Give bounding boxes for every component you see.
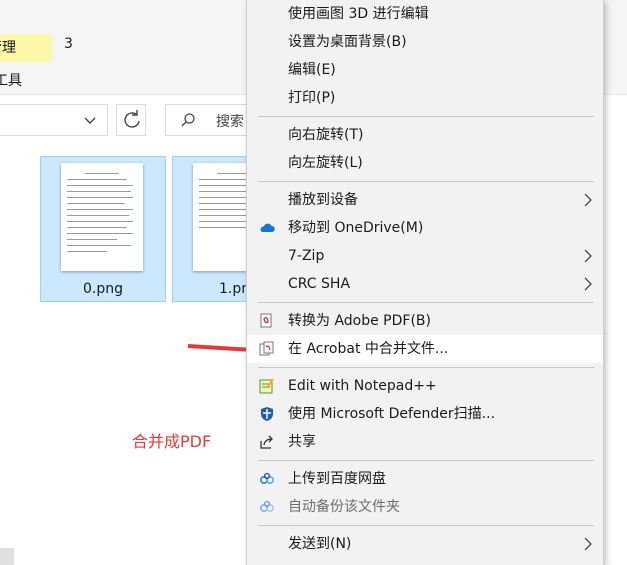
menu-item-label: Edit with Notepad++	[288, 378, 437, 394]
menu-item-share[interactable]: 共享	[247, 428, 603, 456]
menu-item-label: 向左旋转(L)	[288, 155, 363, 171]
menu-item-label: 自动备份该文件夹	[288, 499, 400, 515]
file-name: 0.png	[82, 281, 123, 297]
shield-icon	[261, 407, 273, 421]
menu-item-combine-in-acrobat[interactable]: 在 Acrobat 中合并文件...	[247, 335, 603, 363]
menu-item-send-to[interactable]: 发送到(N)	[247, 530, 603, 558]
notepadpp-icon	[259, 378, 274, 394]
baidu-netdisk-icon	[259, 472, 275, 485]
menu-item-label: 7-Zip	[288, 248, 325, 264]
menu-item-convert-adobe-pdf[interactable]: 转换为 Adobe PDF(B)	[247, 307, 603, 335]
menu-item-label: 共享	[288, 434, 316, 450]
pdf-convert-icon	[260, 313, 272, 328]
tools-tab-label: 工具	[0, 73, 22, 89]
menu-separator	[258, 525, 594, 526]
image-preview	[61, 163, 143, 271]
menu-item-cast-to-device[interactable]: 播放到设备	[247, 186, 603, 214]
menu-item-label: 播放到设备	[288, 192, 358, 208]
onedrive-icon	[260, 223, 275, 232]
baidu-netdisk-icon	[259, 500, 275, 513]
chevron-down-icon[interactable]	[82, 112, 98, 128]
menu-separator	[258, 460, 594, 461]
menu-separator	[258, 181, 594, 182]
menu-item-label: 移动到 OneDrive(M)	[288, 220, 424, 236]
menu-item-onedrive[interactable]: 移动到 OneDrive(M)	[247, 214, 603, 242]
menu-item-rotate-right[interactable]: 向右旋转(T)	[247, 121, 603, 149]
tab-number[interactable]: 3	[64, 36, 73, 52]
chevron-right-icon	[584, 249, 592, 263]
menu-item-label: 发送到(N)	[288, 536, 352, 552]
menu-separator	[258, 302, 594, 303]
menu-item-label: 编辑(E)	[288, 62, 336, 78]
search-placeholder: 搜索	[216, 114, 244, 130]
menu-item-label: 上传到百度网盘	[288, 471, 386, 487]
menu-item-set-wallpaper[interactable]: 设置为桌面背景(B)	[247, 28, 603, 56]
share-icon	[260, 435, 273, 449]
context-menu: 使用画图 3D 进行编辑 设置为桌面背景(B) 编辑(E) 打印(P) 向右旋转…	[246, 0, 604, 565]
file-thumbnail[interactable]: 0.png	[40, 156, 166, 302]
menu-item-crc-sha[interactable]: CRC SHA	[247, 270, 603, 298]
menu-item-paint3d[interactable]: 使用画图 3D 进行编辑	[247, 0, 603, 28]
file-thumbnail[interactable]: 1.png	[172, 156, 263, 302]
refresh-button[interactable]	[116, 104, 146, 136]
tab-manage[interactable]: 管理	[0, 34, 52, 62]
chevron-right-icon	[584, 537, 592, 551]
menu-item-rotate-left[interactable]: 向左旋转(L)	[247, 149, 603, 177]
menu-item-label: 向右旋转(T)	[288, 127, 364, 143]
menu-separator	[258, 367, 594, 368]
menu-item-baidu-upload[interactable]: 上传到百度网盘	[247, 465, 603, 493]
menu-item-notepadpp[interactable]: Edit with Notepad++	[247, 372, 603, 400]
refresh-icon	[124, 110, 140, 128]
tools-tab[interactable]: 工具	[0, 70, 28, 90]
menu-item-7zip[interactable]: 7-Zip	[247, 242, 603, 270]
menu-item-edit[interactable]: 编辑(E)	[247, 56, 603, 84]
menu-item-print[interactable]: 打印(P)	[247, 84, 603, 112]
menu-item-defender-scan[interactable]: 使用 Microsoft Defender扫描...	[247, 400, 603, 428]
tab-manage-label: 管理	[0, 40, 16, 56]
menu-separator	[258, 116, 594, 117]
menu-item-label: 打印(P)	[288, 90, 336, 106]
menu-item-auto-backup[interactable]: 自动备份该文件夹	[247, 493, 603, 521]
menu-item-label: 转换为 Adobe PDF(B)	[288, 313, 431, 329]
annotation-text: 合并成PDF	[132, 432, 212, 451]
chevron-right-icon	[584, 193, 592, 207]
acrobat-combine-icon	[259, 341, 274, 356]
chevron-right-icon	[584, 277, 592, 291]
scrollbar[interactable]	[0, 548, 14, 565]
menu-item-label: 使用画图 3D 进行编辑	[288, 6, 429, 22]
menu-item-label: CRC SHA	[288, 276, 351, 292]
menu-item-label: 设置为桌面背景(B)	[288, 34, 407, 50]
menu-item-label: 使用 Microsoft Defender扫描...	[288, 406, 496, 422]
search-icon	[181, 113, 195, 127]
menu-item-label: 在 Acrobat 中合并文件...	[288, 341, 449, 357]
